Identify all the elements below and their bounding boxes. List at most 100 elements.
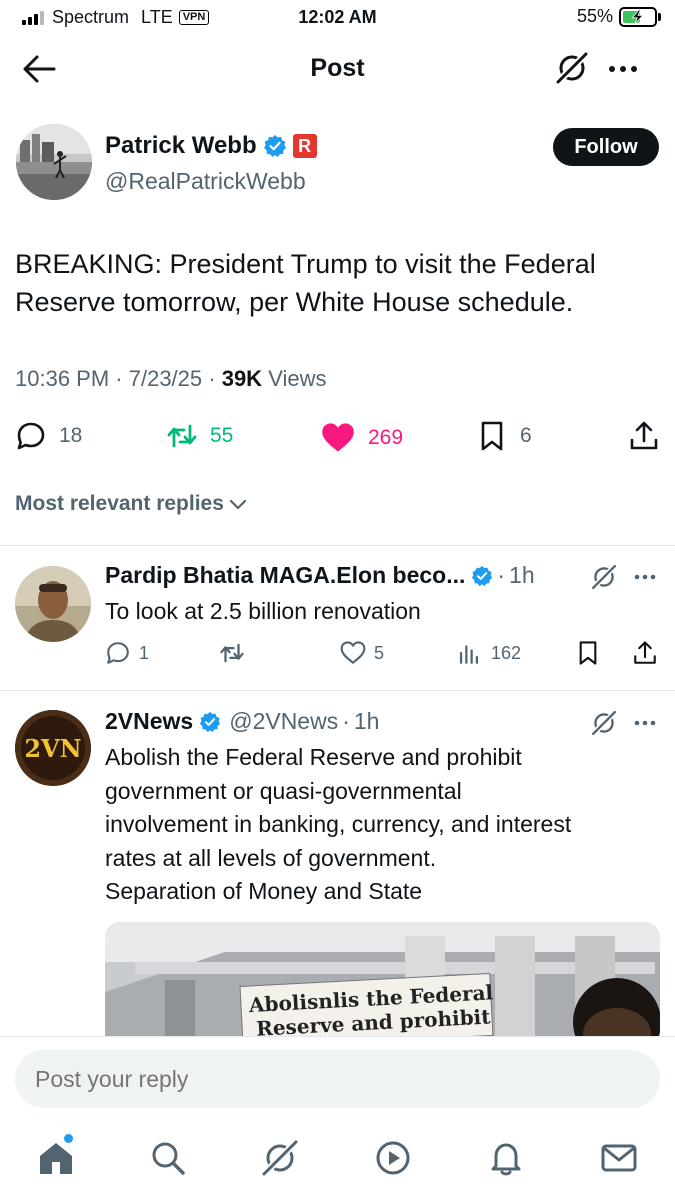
tab-search[interactable] bbox=[148, 1138, 188, 1178]
reply-text: To look at 2.5 billion renovation bbox=[105, 598, 421, 624]
bookmark-icon bbox=[579, 641, 597, 665]
reply-sort-dropdown[interactable]: Most relevant replies bbox=[15, 492, 248, 516]
reply-icon bbox=[107, 642, 129, 664]
post-author: Patrick Webb R @RealPatrickWebb Follow bbox=[16, 124, 659, 204]
reply-header: 2VNews @2VNews · 1h bbox=[105, 708, 380, 735]
reply-text: Abolish the Federal Reserve and prohibit… bbox=[105, 741, 660, 909]
post-views-label: Views bbox=[268, 366, 327, 391]
battery-icon bbox=[619, 6, 657, 27]
reply-sort-label: Most relevant replies bbox=[15, 492, 224, 515]
tab-home[interactable] bbox=[36, 1138, 76, 1178]
reply-header: Pardip Bhatia MAGA.Elon beco... · 1h bbox=[105, 562, 535, 589]
reply-bookmark-button[interactable] bbox=[575, 640, 609, 666]
reply-input[interactable] bbox=[15, 1050, 660, 1108]
post-actions: 18 55 269 6 bbox=[0, 418, 675, 458]
top-nav: Post bbox=[0, 42, 675, 96]
author-name[interactable]: Patrick Webb bbox=[105, 132, 257, 160]
reply-like-count: 5 bbox=[374, 642, 385, 663]
verified-badge-icon bbox=[263, 135, 286, 157]
verified-badge-icon bbox=[472, 565, 493, 586]
reply-media-image[interactable]: Abolisnlis the Federal Reserve and prohi… bbox=[105, 922, 660, 1036]
video-icon bbox=[376, 1141, 410, 1175]
more-icon bbox=[634, 574, 656, 580]
bookmark-icon bbox=[481, 421, 503, 451]
reply-text-line: involvement in banking, currency, and in… bbox=[105, 811, 572, 837]
post-metadata: 10:36 PM · 7/23/25 · 39K Views bbox=[15, 366, 327, 391]
analytics-icon bbox=[459, 645, 479, 664]
grok-icon bbox=[590, 563, 618, 591]
status-right: 55% bbox=[577, 6, 661, 27]
bookmark-count: 6 bbox=[520, 424, 532, 447]
tab-video[interactable] bbox=[373, 1138, 413, 1178]
messages-icon bbox=[601, 1144, 637, 1172]
chevron-down-icon bbox=[229, 499, 247, 510]
share-icon bbox=[634, 641, 656, 664]
grok-icon bbox=[260, 1138, 300, 1178]
more-icon bbox=[634, 720, 656, 726]
reply-reply-count: 1 bbox=[139, 642, 150, 663]
grok-button[interactable] bbox=[590, 563, 618, 591]
reply-author-name[interactable]: 2VNews bbox=[105, 708, 193, 735]
reply-text-line: Separation of Money and State bbox=[105, 878, 423, 904]
post-text: BREAKING: President Trump to visit the F… bbox=[15, 249, 596, 317]
author-handle[interactable]: @RealPatrickWebb bbox=[105, 168, 306, 195]
bottom-tab-bar bbox=[0, 1124, 675, 1200]
heart-filled-icon bbox=[322, 423, 354, 452]
reply-author-handle[interactable]: @2VNews bbox=[229, 708, 338, 735]
repost-icon bbox=[167, 424, 197, 448]
divider bbox=[0, 690, 675, 691]
like-button[interactable]: 269 bbox=[320, 420, 403, 456]
reply-time[interactable]: 1h bbox=[509, 562, 535, 589]
tab-grok[interactable] bbox=[260, 1138, 300, 1178]
follow-button[interactable]: Follow bbox=[553, 128, 659, 166]
grok-icon bbox=[554, 50, 590, 86]
grok-button[interactable] bbox=[554, 50, 590, 86]
more-options-button[interactable] bbox=[606, 54, 640, 84]
grok-button[interactable] bbox=[590, 709, 618, 737]
like-count: 269 bbox=[368, 426, 404, 449]
reply-author-name[interactable]: Pardip Bhatia MAGA.Elon beco... bbox=[105, 562, 465, 589]
status-bar: Spectrum LTE VPN 12:02 AM 55% bbox=[0, 0, 675, 36]
post-time: 10:36 PM bbox=[15, 366, 110, 391]
bookmark-button[interactable]: 6 bbox=[476, 420, 532, 452]
clock: 12:02 AM bbox=[298, 7, 377, 27]
repost-button[interactable]: 55 bbox=[166, 420, 233, 452]
reply-time[interactable]: 1h bbox=[354, 708, 380, 735]
home-icon bbox=[40, 1143, 72, 1174]
reply-avatar-text: 2VN bbox=[24, 734, 81, 763]
reply-share-button[interactable] bbox=[632, 640, 666, 666]
reply-avatar[interactable] bbox=[15, 566, 91, 642]
share-button[interactable] bbox=[628, 420, 672, 452]
tab-notifications[interactable] bbox=[486, 1138, 526, 1178]
reply-icon bbox=[17, 422, 45, 450]
reply-views-button[interactable]: 162 bbox=[457, 640, 521, 666]
reply-avatar[interactable]: 2VN bbox=[15, 710, 91, 786]
author-name-row: Patrick Webb R bbox=[105, 132, 317, 160]
reply-repost-button[interactable] bbox=[219, 640, 253, 666]
reply-more-button[interactable] bbox=[632, 711, 658, 735]
battery-percent: 55% bbox=[576, 6, 613, 26]
reply-text-line: government or quasi-governmental bbox=[105, 777, 462, 804]
affiliate-badge-icon[interactable]: R bbox=[292, 134, 317, 158]
reply-item[interactable]: Pardip Bhatia MAGA.Elon beco... · 1h To l… bbox=[0, 562, 675, 690]
post-views-count[interactable]: 39K bbox=[222, 366, 262, 391]
reply-text-line: Abolish the Federal Reserve and prohibit bbox=[105, 744, 522, 770]
post-date: 7/23/25 bbox=[128, 366, 203, 391]
search-icon bbox=[152, 1142, 185, 1175]
heart-icon bbox=[340, 641, 366, 664]
repost-count: 55 bbox=[210, 424, 234, 447]
home-notification-dot bbox=[64, 1134, 73, 1143]
reply-reply-button[interactable]: 1 bbox=[105, 640, 149, 666]
divider bbox=[0, 545, 675, 546]
verified-badge-icon bbox=[200, 711, 221, 732]
reply-count: 18 bbox=[59, 424, 83, 447]
reply-button[interactable]: 18 bbox=[15, 420, 82, 452]
author-avatar[interactable] bbox=[16, 124, 92, 200]
reply-composer bbox=[0, 1036, 675, 1124]
share-icon bbox=[630, 421, 658, 450]
tab-messages[interactable] bbox=[599, 1138, 639, 1178]
reply-more-button[interactable] bbox=[632, 565, 658, 589]
reply-views-count: 162 bbox=[491, 642, 522, 663]
reply-like-button[interactable]: 5 bbox=[340, 640, 384, 666]
reply-actions: 1 5 162 bbox=[105, 640, 660, 674]
